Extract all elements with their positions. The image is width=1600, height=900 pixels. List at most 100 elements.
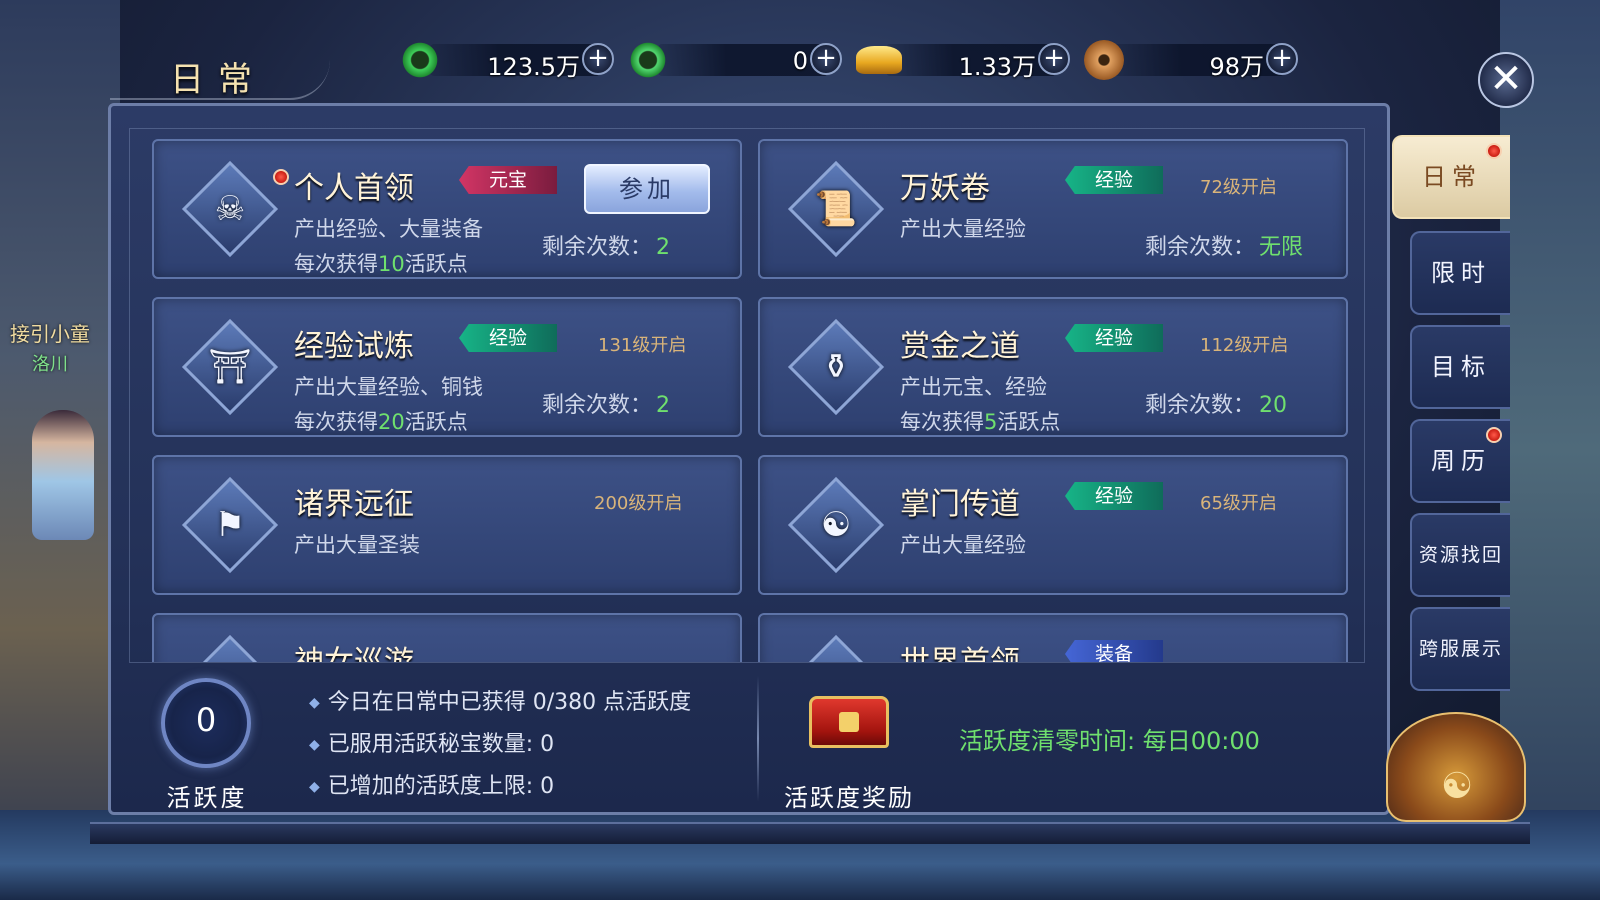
notification-dot bbox=[1486, 143, 1502, 159]
activity-card-bounty[interactable]: ⚱ 赏金之道 经验 112级开启 产出元宝、经验 每次获得5活跃点 剩余次数： 2… bbox=[758, 297, 1348, 437]
activity-name: 经验试炼 bbox=[294, 329, 414, 364]
close-button[interactable]: ✕ bbox=[1478, 52, 1534, 108]
currency-value: 1.33万 bbox=[958, 53, 1036, 81]
unlock-level: 72级开启 bbox=[1200, 177, 1277, 198]
info-line-today: ◆ 今日在日常中已获得 0/380 点活跃度 bbox=[309, 690, 692, 715]
activity-name: 世界首领 bbox=[900, 645, 1020, 663]
activity-label: 活跃度 bbox=[166, 784, 248, 812]
unlock-level: 65级开启 bbox=[1200, 493, 1277, 514]
divider bbox=[757, 676, 759, 801]
daily-panel: ☠ 个人首领 元宝 产出经验、大量装备 每次获得10活跃点 剩余次数： 2 参加 … bbox=[108, 103, 1390, 815]
close-icon: ✕ bbox=[1489, 56, 1523, 102]
activity-name: 万妖卷 bbox=[900, 171, 990, 206]
reward-tag: 元宝 bbox=[459, 166, 557, 194]
reset-time-text: 活跃度清零时间: 每日00:00 bbox=[959, 727, 1260, 755]
chest-lock bbox=[839, 712, 859, 732]
activity-summary: 0 活跃度 ◆ 今日在日常中已获得 0/380 点活跃度 ◆ 已服用活跃秘宝数量: … bbox=[129, 666, 1365, 813]
notification-dot bbox=[1486, 427, 1502, 443]
add-currency-button[interactable]: + bbox=[1266, 43, 1298, 75]
activity-description: 产出大量圣装 bbox=[294, 533, 420, 557]
activity-name: 赏金之道 bbox=[900, 329, 1020, 364]
unlock-level: 131级开启 bbox=[598, 335, 687, 356]
activity-list[interactable]: ☠ 个人首领 元宝 产出经验、大量装备 每次获得10活跃点 剩余次数： 2 参加 … bbox=[129, 128, 1365, 663]
add-currency-button[interactable]: + bbox=[810, 43, 842, 75]
activity-name: 诸界远征 bbox=[294, 487, 414, 522]
activity-points: 每次获得5活跃点 bbox=[900, 410, 1061, 434]
tab-cross-server[interactable]: 跨服展示 bbox=[1410, 607, 1510, 691]
reward-tag: 经验 bbox=[1065, 482, 1163, 510]
activity-card-demon-scroll[interactable]: 📜 万妖卷 经验 72级开启 产出大量经验 剩余次数： 无限 bbox=[758, 139, 1348, 279]
currency-value: 0 bbox=[792, 47, 808, 75]
jade-ring-icon bbox=[400, 40, 440, 80]
bullet-icon: ◆ bbox=[309, 695, 320, 711]
activity-card-goddess-tour[interactable]: 神女巡游 bbox=[152, 613, 742, 663]
activity-description: 产出大量经验 bbox=[900, 217, 1026, 241]
window-title: 日常 bbox=[170, 60, 266, 100]
activity-points-value: 0 bbox=[195, 701, 217, 739]
currency-bar: 123.5万 + 0 + 1.33万 + 98万 + bbox=[400, 38, 1320, 82]
activity-description: 产出大量经验、铜钱 bbox=[294, 375, 483, 399]
taiji-emblem: ☯ bbox=[1386, 712, 1526, 822]
info-line-cap: ◆ 已增加的活跃度上限: 0 bbox=[309, 774, 555, 799]
bagua-icon: ☯ bbox=[787, 476, 885, 574]
panel-base-bar bbox=[90, 822, 1530, 844]
bullet-icon: ◆ bbox=[309, 737, 320, 753]
join-button[interactable]: 参加 bbox=[584, 164, 710, 214]
remaining-count: 剩余次数： 2 bbox=[542, 235, 671, 260]
tab-limited[interactable]: 限时 bbox=[1410, 231, 1510, 315]
reward-tag: 经验 bbox=[1065, 166, 1163, 194]
activity-card-personal-boss[interactable]: ☠ 个人首领 元宝 产出经验、大量装备 每次获得10活跃点 剩余次数： 2 参加 bbox=[152, 139, 742, 279]
remaining-count: 剩余次数： 2 bbox=[542, 393, 671, 418]
reward-tag: 经验 bbox=[1065, 324, 1163, 352]
tab-daily[interactable]: 日常 bbox=[1392, 135, 1510, 219]
currency-value: 98万 bbox=[1209, 53, 1264, 81]
currency-value: 123.5万 bbox=[487, 53, 580, 81]
world-boss-icon bbox=[787, 634, 885, 662]
notification-dot bbox=[273, 169, 289, 185]
gold-ingot-icon bbox=[856, 46, 902, 74]
activity-card-exp-trial[interactable]: ⛩ 经验试炼 经验 131级开启 产出大量经验、铜钱 每次获得20活跃点 剩余次… bbox=[152, 297, 742, 437]
activity-card-sect-master[interactable]: ☯ 掌门传道 经验 65级开启 产出大量经验 bbox=[758, 455, 1348, 595]
activity-card-realm-expedition[interactable]: ⚑ 诸界远征 200级开启 产出大量圣装 bbox=[152, 455, 742, 595]
category-tabs: 日常 限时 目标 周历 资源找回 跨服展示 bbox=[1392, 135, 1512, 715]
info-line-treasure: ◆ 已服用活跃秘宝数量: 0 bbox=[309, 732, 555, 757]
reward-tag: 装备 bbox=[1065, 640, 1163, 662]
boss-mask-icon: ☠ bbox=[181, 160, 279, 258]
activity-name: 掌门传道 bbox=[900, 487, 1020, 522]
currency-copper: 98万 + bbox=[1084, 38, 1304, 82]
add-currency-button[interactable]: + bbox=[582, 43, 614, 75]
pagoda-icon: ⛩ bbox=[181, 318, 279, 416]
activity-name: 神女巡游 bbox=[294, 645, 414, 663]
npc-character[interactable] bbox=[32, 410, 94, 540]
tab-weekly-calendar[interactable]: 周历 bbox=[1410, 419, 1510, 503]
treasure-chest-icon: ⚱ bbox=[787, 318, 885, 416]
currency-bound-jade: 0 + bbox=[628, 38, 848, 82]
currency-jade: 123.5万 + bbox=[400, 38, 620, 82]
npc-name[interactable]: 接引小童 bbox=[0, 318, 100, 347]
activity-description: 产出元宝、经验 bbox=[900, 375, 1047, 399]
activity-reward-label[interactable]: 活跃度奖励 bbox=[769, 778, 929, 813]
copper-coin-icon bbox=[1084, 40, 1124, 80]
remaining-count: 剩余次数： 20 bbox=[1145, 393, 1288, 418]
bullet-icon: ◆ bbox=[309, 779, 320, 795]
scroll-icon: 📜 bbox=[787, 160, 885, 258]
activity-description: 产出大量经验 bbox=[900, 533, 1026, 557]
activity-points: 每次获得10活跃点 bbox=[294, 252, 468, 276]
goddess-icon bbox=[181, 634, 279, 662]
activity-card-world-boss[interactable]: 世界首领 装备 bbox=[758, 613, 1348, 663]
bound-jade-ring-icon bbox=[628, 40, 668, 80]
activity-description: 产出经验、大量装备 bbox=[294, 217, 483, 241]
unlock-level: 200级开启 bbox=[594, 493, 683, 514]
activity-points: 每次获得20活跃点 bbox=[294, 410, 468, 434]
tab-goals[interactable]: 目标 bbox=[1410, 325, 1510, 409]
add-currency-button[interactable]: + bbox=[1038, 43, 1070, 75]
unlock-level: 112级开启 bbox=[1200, 335, 1289, 356]
banner-icon: ⚑ bbox=[181, 476, 279, 574]
npc-location: 洛川 bbox=[32, 354, 68, 375]
reward-tag: 经验 bbox=[459, 324, 557, 352]
tab-resource-recovery[interactable]: 资源找回 bbox=[1410, 513, 1510, 597]
yin-yang-icon: ☯ bbox=[1440, 766, 1474, 807]
remaining-count: 剩余次数： 无限 bbox=[1145, 235, 1304, 260]
activity-name: 个人首领 bbox=[294, 171, 414, 206]
currency-gold: 1.33万 + bbox=[856, 38, 1076, 82]
